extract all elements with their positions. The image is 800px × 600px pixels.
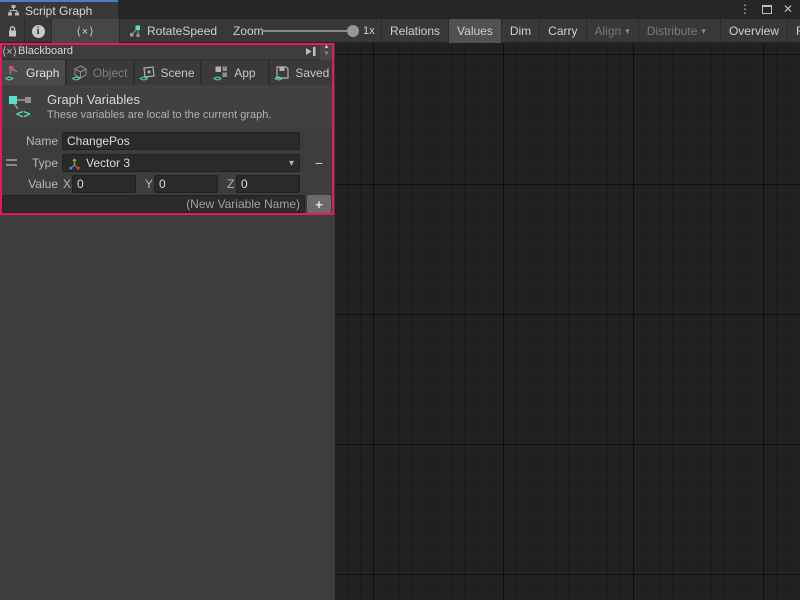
section-description: These variables are local to the current…	[47, 109, 271, 121]
info-icon: i	[32, 25, 45, 38]
scroll-up-icon[interactable]: ▲	[324, 44, 330, 51]
window-menu-icon[interactable]: ⋮	[739, 0, 751, 19]
carry-label: Carry	[548, 24, 577, 38]
lock-icon	[7, 25, 18, 38]
tab-app-label: App	[234, 66, 255, 80]
blackboard-tabs: <> Graph <> Object	[0, 60, 335, 85]
tab-object-label: Object	[93, 66, 128, 80]
carry-button[interactable]: Carry	[539, 19, 585, 43]
graph-variables-section-header: <> Graph Variables These variables are l…	[0, 85, 335, 128]
axis-x-label: X	[63, 175, 71, 193]
tab-saved[interactable]: <> Saved	[270, 60, 335, 85]
tab-app[interactable]: <> App	[202, 60, 267, 85]
tab-scene-label: Scene	[161, 66, 195, 80]
tab-saved-label: Saved	[295, 66, 329, 80]
graph-variables-icon: <>	[8, 94, 36, 120]
plus-icon: +	[315, 197, 323, 212]
section-text: Graph Variables These variables are loca…	[47, 92, 271, 121]
new-variable-name-input[interactable]	[2, 195, 305, 213]
chevron-down-icon: ▾	[289, 158, 294, 169]
panel-scroll-stepper[interactable]: ▲ ▼	[320, 43, 333, 60]
graph-asset-icon	[128, 25, 141, 38]
window-titlebar: Script Graph ⋮ ✕	[0, 0, 800, 19]
remove-variable-button[interactable]: −	[308, 154, 330, 172]
code-x-icon: ⟨×⟩	[76, 25, 94, 38]
zoom-value-label: 1x	[363, 19, 375, 43]
distribute-label: Distribute	[647, 24, 698, 38]
script-graph-icon	[7, 4, 20, 17]
lock-button[interactable]	[0, 19, 25, 43]
tab-script-graph[interactable]: Script Graph	[0, 0, 118, 19]
dim-button[interactable]: Dim	[501, 19, 539, 43]
blackboard-panel: ⟨×⟩ Blackboard ▲ ▼	[0, 43, 335, 600]
fullscreen-button[interactable]: Full Screen	[787, 19, 800, 43]
variable-type-dropdown[interactable]: Vector 3 ▾	[62, 154, 300, 172]
fullscreen-label: Full Screen	[796, 24, 800, 38]
current-graph-reference[interactable]: RotateSpeed	[128, 19, 217, 43]
align-dropdown-button[interactable]: Align ▾	[586, 19, 638, 43]
chevron-down-icon: ▾	[701, 26, 706, 37]
name-label: Name	[0, 132, 58, 150]
zoom-label: Zoom	[233, 19, 264, 43]
chevron-down-icon: ▾	[625, 26, 630, 37]
blackboard-header-controls: ▲ ▼	[305, 43, 333, 60]
code-x-icon: ⟨×⟩	[2, 45, 17, 58]
tab-graph-label: Graph	[26, 66, 59, 80]
tab-scene[interactable]: <> Scene	[135, 60, 200, 85]
add-variable-button[interactable]: +	[307, 195, 331, 213]
close-icon[interactable]: ✕	[783, 0, 793, 19]
dim-label: Dim	[510, 24, 531, 38]
vector3-icon	[68, 157, 81, 170]
overview-label: Overview	[729, 24, 779, 38]
relations-label: Relations	[390, 24, 440, 38]
blackboard-header[interactable]: ⟨×⟩ Blackboard ▲ ▼	[0, 43, 335, 60]
align-label: Align	[595, 24, 622, 38]
values-label: Values	[457, 24, 493, 38]
axis-y-label: Y	[145, 175, 153, 193]
values-button[interactable]: Values	[448, 19, 501, 43]
type-value-label: Vector 3	[86, 156, 130, 170]
maximize-icon[interactable]	[762, 5, 772, 14]
blackboard-toggle-button[interactable]: ⟨×⟩	[52, 19, 120, 43]
tab-label: Script Graph	[25, 4, 92, 18]
type-label: Type	[0, 154, 58, 172]
save-floppy-icon: <>	[275, 65, 290, 80]
tab-graph[interactable]: <> Graph	[0, 60, 65, 85]
variable-name-input[interactable]	[62, 132, 300, 150]
info-button[interactable]: i	[25, 19, 52, 43]
value-x-input[interactable]	[72, 175, 136, 193]
value-y-input[interactable]	[154, 175, 218, 193]
relations-button[interactable]: Relations	[381, 19, 448, 43]
toolbar-buttons: Relations Values Dim Carry Align ▾ Distr…	[381, 19, 800, 43]
zoom-slider-handle[interactable]	[347, 25, 359, 37]
graph-canvas[interactable]	[335, 43, 800, 600]
window-controls: ⋮ ✕	[739, 0, 793, 19]
svg-text:<>: <>	[16, 107, 30, 120]
section-title: Graph Variables	[47, 92, 271, 107]
scroll-down-icon[interactable]: ▼	[324, 51, 330, 58]
script-graph-window: Script Graph ⋮ ✕ i ⟨×⟩	[0, 0, 800, 600]
value-z-input[interactable]	[236, 175, 300, 193]
cube-icon: <>	[73, 65, 88, 80]
value-label: Value	[0, 175, 58, 193]
app-icon: <>	[214, 65, 229, 80]
dock-panel-icon[interactable]	[305, 45, 317, 58]
distribute-dropdown-button[interactable]: Distribute ▾	[638, 19, 714, 43]
minus-icon: −	[315, 155, 323, 171]
graph-variables-tab-icon: <>	[6, 65, 21, 80]
tab-object[interactable]: <> Object	[67, 60, 132, 85]
scene-icon: <>	[141, 65, 156, 80]
blackboard-title: Blackboard	[18, 45, 73, 57]
graph-name-label: RotateSpeed	[147, 24, 217, 38]
axis-z-label: Z	[227, 175, 234, 193]
graph-toolbar: i ⟨×⟩ RotateSpeed Zoom 1x Relations Valu…	[0, 19, 800, 43]
zoom-slider[interactable]	[262, 30, 350, 32]
overview-button[interactable]: Overview	[720, 19, 787, 43]
